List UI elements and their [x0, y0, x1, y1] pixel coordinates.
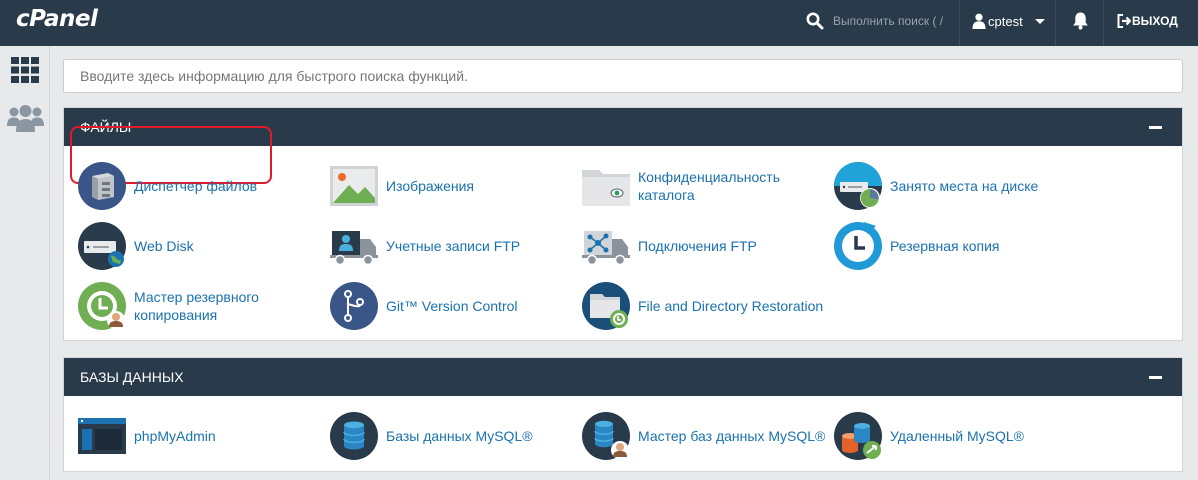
search-icon[interactable] — [806, 12, 824, 30]
images-item[interactable]: Изображения — [330, 160, 570, 212]
images-icon — [330, 166, 378, 206]
mysql-databases-icon — [330, 412, 378, 460]
item-label: Учетные записи FTP — [386, 238, 521, 254]
logout-icon[interactable] — [1117, 14, 1131, 28]
backup-icon — [834, 222, 882, 270]
item-label: Конфиденциальность каталога — [638, 169, 781, 203]
ftp-connections-icon — [582, 231, 630, 266]
item-label: phpMyAdmin — [134, 428, 216, 444]
user-menu[interactable]: cptest — [988, 14, 1023, 29]
disk-usage-icon — [834, 162, 882, 210]
ftp-accounts-icon — [330, 231, 378, 266]
divider — [959, 0, 960, 46]
left-rail — [0, 46, 50, 480]
item-label: Резервная копия — [890, 238, 1000, 254]
bell-icon[interactable] — [1072, 11, 1089, 30]
git-icon — [330, 282, 378, 330]
item-label: Подключения FTP — [638, 238, 757, 254]
file-manager-item[interactable]: Диспетчер файлов — [78, 160, 318, 212]
file-manager-icon — [78, 162, 126, 210]
divider — [1055, 0, 1056, 46]
ftp-connections-item[interactable]: Подключения FTP — [582, 220, 822, 272]
backup-item[interactable]: Резервная копия — [834, 220, 1074, 272]
panel-title: БАЗЫ ДАННЫХ — [80, 369, 184, 385]
item-label: Удаленный MySQL® — [890, 428, 1024, 444]
item-label: Изображения — [386, 178, 474, 194]
collapse-icon[interactable] — [1149, 126, 1162, 129]
remote-mysql-icon — [834, 412, 882, 460]
header-search-input[interactable]: Выполнить поиск ( / — [833, 14, 943, 28]
file-restoration-item[interactable]: File and Directory Restoration — [582, 280, 882, 332]
cpanel-logo[interactable]: cPanel — [16, 6, 98, 32]
user-icon — [972, 13, 986, 29]
item-label: Базы данных MySQL® — [386, 428, 533, 444]
collapse-icon[interactable] — [1149, 376, 1162, 379]
directory-privacy-icon — [582, 170, 630, 206]
ftp-accounts-item[interactable]: Учетные записи FTP — [330, 220, 570, 272]
item-label: File and Directory Restoration — [638, 298, 824, 314]
remote-mysql-item[interactable]: Удаленный MySQL® — [834, 410, 1074, 462]
quick-search-input[interactable] — [63, 59, 1183, 93]
item-label: Мастер баз данных MySQL® — [638, 428, 826, 444]
item-label: Мастер резервного копирования — [134, 289, 259, 323]
users-icon[interactable] — [7, 104, 44, 132]
file-restoration-icon — [582, 282, 630, 330]
phpmyadmin-item[interactable]: phpMyAdmin — [78, 410, 318, 462]
chevron-down-icon[interactable] — [1035, 19, 1045, 24]
backup-wizard-item[interactable]: Мастер резервного копирования — [78, 280, 318, 332]
mysql-databases-item[interactable]: Базы данных MySQL® — [330, 410, 570, 462]
top-bar: cPanel Выполнить поиск ( / cptest ВЫХОД — [0, 0, 1198, 46]
directory-privacy-item[interactable]: Конфиденциальность каталога — [582, 160, 822, 212]
backup-wizard-icon — [78, 282, 126, 330]
git-version-control-item[interactable]: Git™ Version Control — [330, 280, 570, 332]
databases-panel-header[interactable]: БАЗЫ ДАННЫХ — [64, 358, 1182, 396]
databases-panel: БАЗЫ ДАННЫХ phpMyAdmin Базы данных MySQL… — [63, 357, 1183, 472]
item-label: Диспетчер файлов — [134, 178, 258, 194]
mysql-wizard-item[interactable]: Мастер баз данных MySQL® — [582, 410, 842, 462]
divider — [1103, 0, 1104, 46]
item-label: Web Disk — [134, 238, 194, 254]
files-panel: ФАЙЛЫ Диспетчер файлов Изображения Конфи… — [63, 107, 1183, 341]
phpmyadmin-icon — [78, 418, 126, 454]
web-disk-icon — [78, 222, 126, 270]
item-label: Git™ Version Control — [386, 298, 518, 314]
item-label: Занято места на диске — [890, 178, 1039, 194]
web-disk-item[interactable]: Web Disk — [78, 220, 318, 272]
logout-button[interactable]: ВЫХОД — [1132, 14, 1178, 28]
disk-usage-item[interactable]: Занято места на диске — [834, 160, 1074, 212]
grid-icon[interactable] — [11, 57, 39, 83]
mysql-wizard-icon — [582, 412, 630, 460]
